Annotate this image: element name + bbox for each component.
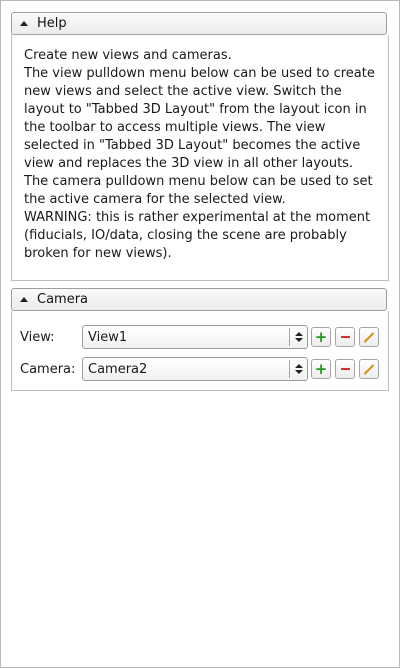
add-camera-button[interactable]: + xyxy=(311,359,331,379)
add-view-button[interactable]: + xyxy=(311,327,331,347)
help-text: Create new views and cameras. The view p… xyxy=(12,35,388,263)
view-select[interactable]: View1 xyxy=(82,325,308,349)
camera-header-label: Camera xyxy=(37,292,89,307)
camera-section-body: View: View1 + Camera: Camera2 + xyxy=(11,311,389,391)
plus-icon: + xyxy=(314,359,328,378)
camera-section-header[interactable]: Camera xyxy=(11,288,387,311)
collapse-arrow-icon xyxy=(20,297,28,302)
pencil-icon xyxy=(364,364,374,375)
camera-row: Camera: xyxy=(20,357,82,381)
help-line-warning: WARNING: this is rather experimental at … xyxy=(24,210,371,261)
help-section-body: Create new views and cameras. The view p… xyxy=(11,35,389,281)
help-header-label: Help xyxy=(37,16,67,31)
remove-camera-button[interactable] xyxy=(335,359,355,379)
view-label: View: xyxy=(20,329,55,345)
camera-label: Camera: xyxy=(20,361,76,377)
help-line-view: The view pulldown menu below can be used… xyxy=(24,66,375,171)
help-line-intro: Create new views and cameras. xyxy=(24,48,232,63)
minus-icon xyxy=(340,368,350,370)
help-line-camera: The camera pulldown menu below can be us… xyxy=(24,174,373,207)
plus-icon: + xyxy=(314,327,328,346)
camera-select[interactable]: Camera2 xyxy=(82,357,308,381)
camera-select-value: Camera2 xyxy=(88,361,148,377)
help-section-header[interactable]: Help xyxy=(11,12,387,35)
edit-camera-button[interactable] xyxy=(359,359,379,379)
remove-view-button[interactable] xyxy=(335,327,355,347)
updown-arrows-icon xyxy=(290,364,307,374)
view-row: View: xyxy=(20,325,82,349)
updown-arrows-icon xyxy=(290,332,307,342)
view-select-value: View1 xyxy=(88,329,128,345)
collapse-arrow-icon xyxy=(20,21,28,26)
minus-icon xyxy=(340,336,350,338)
pencil-icon xyxy=(364,332,374,343)
edit-view-button[interactable] xyxy=(359,327,379,347)
